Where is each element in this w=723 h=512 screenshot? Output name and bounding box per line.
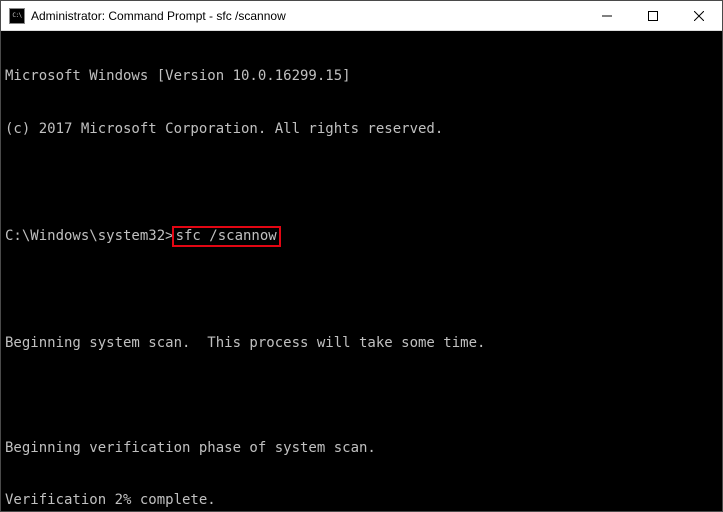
verify-begin-line: Beginning verification phase of system s… bbox=[5, 440, 718, 458]
window-title: Administrator: Command Prompt - sfc /sca… bbox=[31, 9, 584, 23]
close-icon bbox=[694, 11, 704, 21]
minimize-icon bbox=[602, 11, 612, 21]
titlebar[interactable]: C:\ Administrator: Command Prompt - sfc … bbox=[1, 1, 722, 31]
version-line: Microsoft Windows [Version 10.0.16299.15… bbox=[5, 68, 718, 86]
progress-line: Verification 2% complete. bbox=[5, 492, 718, 510]
blank-line bbox=[5, 282, 718, 300]
prompt-prefix: C:\Windows\system32> bbox=[5, 228, 174, 244]
maximize-icon bbox=[648, 11, 658, 21]
window-controls bbox=[584, 1, 722, 30]
command-prompt-window: C:\ Administrator: Command Prompt - sfc … bbox=[0, 0, 723, 512]
blank-line bbox=[5, 387, 718, 405]
scan-begin-line: Beginning system scan. This process will… bbox=[5, 335, 718, 353]
app-icon: C:\ bbox=[9, 8, 25, 24]
close-button[interactable] bbox=[676, 1, 722, 30]
terminal-output[interactable]: Microsoft Windows [Version 10.0.16299.15… bbox=[1, 31, 722, 511]
prompt-line: C:\Windows\system32>sfc /scannow bbox=[5, 226, 718, 248]
minimize-button[interactable] bbox=[584, 1, 630, 30]
maximize-button[interactable] bbox=[630, 1, 676, 30]
command-highlight: sfc /scannow bbox=[172, 226, 281, 248]
blank-line bbox=[5, 173, 718, 191]
copyright-line: (c) 2017 Microsoft Corporation. All righ… bbox=[5, 121, 718, 139]
